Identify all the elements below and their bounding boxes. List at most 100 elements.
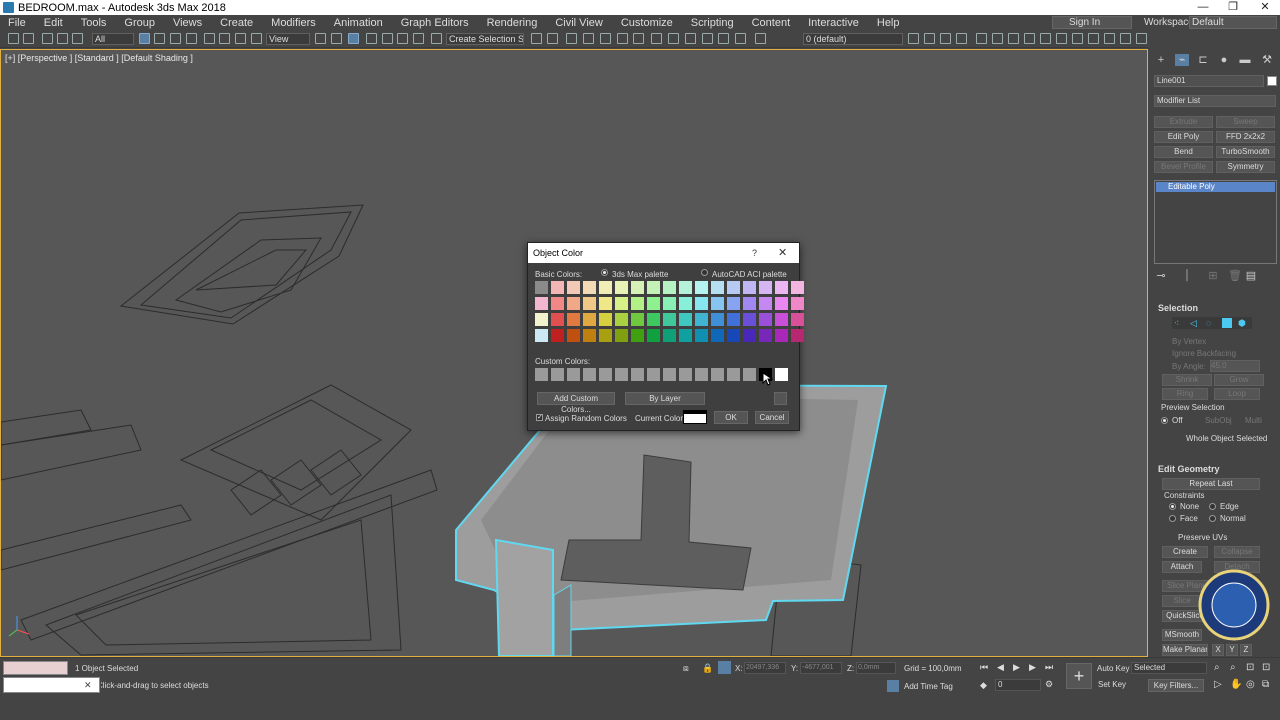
basic-color-swatch[interactable] [535,297,548,310]
menu-edit[interactable]: Edit [36,17,73,29]
pan-icon[interactable]: ✋ [1230,679,1242,690]
by-angle-checkbox[interactable]: By Angle: [1172,362,1206,371]
basic-color-swatch[interactable] [727,329,740,342]
stack-item-editable-poly[interactable]: Editable Poly [1156,182,1275,192]
mirror-icon[interactable] [531,33,542,44]
create-button[interactable]: Create [1162,546,1208,558]
maximize-viewport-icon[interactable]: ⧉ [1262,679,1269,690]
repeat-last-button[interactable]: Repeat Last [1162,478,1260,490]
basic-color-swatch[interactable] [551,281,564,294]
create-layer-icon[interactable] [908,33,919,44]
coord-x-field[interactable]: 20497,336 [744,662,786,674]
menu-create[interactable]: Create [212,17,263,29]
helper-icon[interactable] [1136,33,1147,44]
display-tab-icon[interactable]: ▬ [1238,54,1252,66]
current-frame-field[interactable]: 0 [995,679,1041,691]
bevel-profile-button[interactable]: Bevel Profile [1154,161,1213,173]
viewport-icon[interactable] [1008,33,1019,44]
selection-filter-select[interactable]: All [92,33,134,45]
basic-color-swatch[interactable] [567,281,580,294]
palette-autocad-radio[interactable] [701,269,708,276]
modify-tab-icon[interactable]: ⌁ [1175,54,1189,66]
basic-color-swatch[interactable] [647,313,660,326]
select-by-name-icon[interactable] [154,33,165,44]
undo-icon[interactable] [8,33,19,44]
custom-color-swatch[interactable] [631,368,644,381]
planar-x-button[interactable]: X [1212,644,1224,656]
basic-color-swatch[interactable] [647,329,660,342]
cancel-button[interactable]: Cancel [755,411,789,424]
basic-color-swatch[interactable] [727,297,740,310]
dialog-title-bar[interactable]: Object Color ? ✕ [528,243,799,263]
grid-icon[interactable] [1104,33,1115,44]
custom-color-swatch[interactable] [679,368,692,381]
vertex-icon[interactable]: ⁖ [1174,318,1184,328]
menu-content[interactable]: Content [744,17,801,29]
basic-color-swatch[interactable] [647,297,660,310]
dialog-close-icon[interactable]: ✕ [778,243,787,263]
light-icon[interactable] [1072,33,1083,44]
ok-button[interactable]: OK [714,411,748,424]
key-mode-icon[interactable]: ◆ [980,680,987,691]
field-of-view-icon[interactable]: ▷ [1214,679,1222,690]
menu-graph-editors[interactable]: Graph Editors [393,17,479,29]
move-icon[interactable] [204,33,215,44]
menu-modifiers[interactable]: Modifiers [263,17,326,29]
layer-select[interactable]: 0 (default) [803,33,903,45]
basic-color-swatch[interactable] [727,313,740,326]
menu-civil-view[interactable]: Civil View [547,17,612,29]
basic-color-swatch[interactable] [615,329,628,342]
menu-group[interactable]: Group [116,17,165,29]
basic-color-swatch[interactable] [567,313,580,326]
go-to-end-icon[interactable]: ⏭ [1045,662,1053,673]
angle-snap-icon[interactable] [382,33,393,44]
basic-color-swatch[interactable] [535,329,548,342]
place-icon[interactable] [251,33,262,44]
edit-geometry-rollout-title[interactable]: Edit Geometry [1158,464,1220,474]
basic-color-swatch[interactable] [695,297,708,310]
preserve-uvs-checkbox[interactable]: Preserve UVs [1178,533,1227,542]
custom-color-swatch[interactable] [727,368,740,381]
curve-editor-icon[interactable] [617,33,628,44]
basic-color-swatch[interactable] [695,281,708,294]
basic-color-swatch[interactable] [695,329,708,342]
rendered-frame-icon[interactable] [685,33,696,44]
render-online-icon[interactable] [718,33,729,44]
window-crossing-icon[interactable] [186,33,197,44]
basic-color-swatch[interactable] [679,313,692,326]
layer-list-icon[interactable] [755,33,766,44]
basic-color-swatch[interactable] [727,281,740,294]
planar-z-button[interactable]: Z [1240,644,1252,656]
menu-customize[interactable]: Customize [613,17,683,29]
play-icon[interactable]: ▶ [1013,662,1020,673]
loop-button[interactable]: Loop [1214,388,1260,400]
menu-tools[interactable]: Tools [73,17,117,29]
basic-color-swatch[interactable] [663,297,676,310]
select-region-icon[interactable] [170,33,181,44]
basic-color-swatch[interactable] [711,313,724,326]
custom-color-swatch[interactable] [615,368,628,381]
basic-color-swatch[interactable] [791,281,804,294]
constraint-face-radio[interactable] [1169,515,1176,522]
help-icon[interactable]: ? [752,243,757,263]
polygon-icon[interactable] [1222,318,1232,328]
hierarchy-tab-icon[interactable]: ⊏ [1196,54,1210,66]
basic-color-swatch[interactable] [791,329,804,342]
link-icon[interactable] [42,33,53,44]
key-filters-button[interactable]: Key Filters... [1148,679,1204,692]
basic-color-swatch[interactable] [775,313,788,326]
basic-color-swatch[interactable] [615,297,628,310]
object-name-field[interactable]: Line001 [1154,75,1264,87]
basic-color-swatch[interactable] [599,297,612,310]
zoom-icon[interactable]: ⌕ [1214,662,1220,673]
ribbon-icon[interactable] [600,33,611,44]
bind-spacewarp-icon[interactable] [72,33,83,44]
basic-color-swatch[interactable] [759,281,772,294]
selection-lock-icon[interactable]: 🔒 [702,663,713,674]
current-color-swatch[interactable] [683,410,707,424]
basic-color-swatch[interactable] [615,313,628,326]
basic-color-swatch[interactable] [631,281,644,294]
custom-color-swatch[interactable] [567,368,580,381]
measure-icon[interactable] [1120,33,1131,44]
named-selection-set-select[interactable]: Create Selection Se [446,33,524,45]
